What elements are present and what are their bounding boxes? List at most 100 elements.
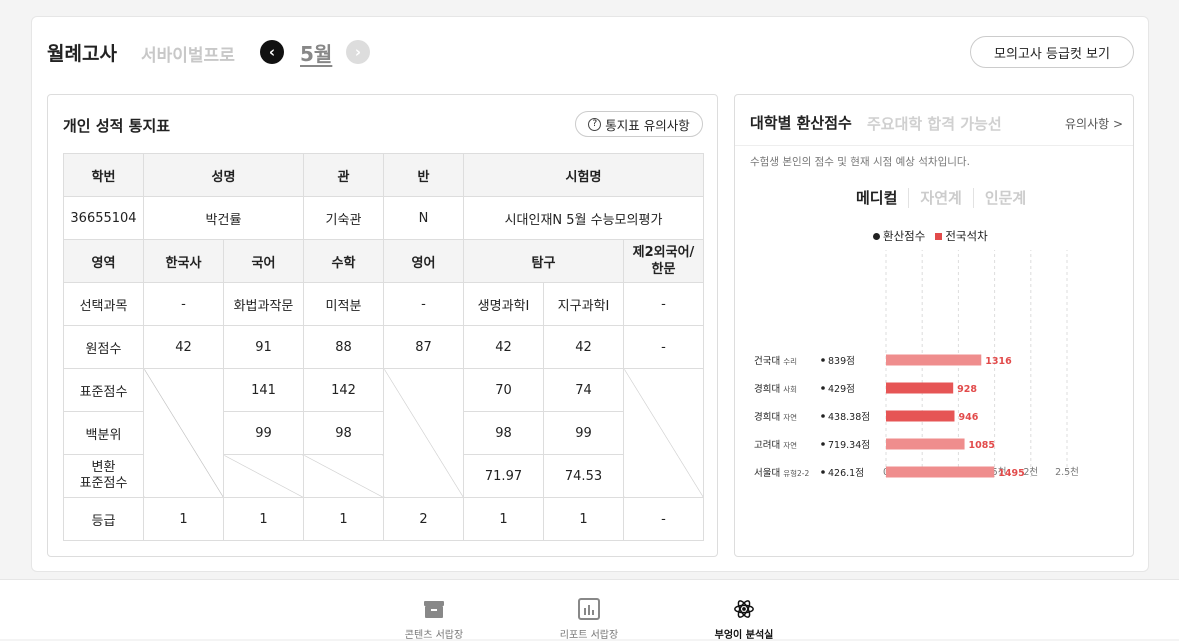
prev-month-button[interactable]: ‹ [260, 40, 284, 64]
table-header: 영어 [383, 239, 464, 283]
second-language-header: 제2외국어/한문 [632, 245, 695, 277]
table-cell: 생명과학I [463, 282, 544, 326]
x-tick-label: 2천 [1023, 467, 1038, 478]
rank-chart: 05001천1.5천2천2.5천건국대수리839점1316경희대사회429점92… [754, 250, 1079, 479]
university-label: 건국대 수리 [754, 356, 797, 367]
table-cell: 87 [383, 325, 464, 369]
rank-value: 1085 [969, 440, 995, 451]
track-label: 사회 [783, 385, 797, 394]
row-label-line: 표준점수 [79, 476, 128, 491]
track-label: 자연 [783, 441, 797, 450]
empty-cell [383, 368, 464, 498]
table-cell: 2 [383, 497, 464, 541]
caution-link[interactable]: 유의사항 > [1065, 115, 1123, 132]
chevron-left-icon: ‹ [268, 43, 276, 61]
track-label: 자연 [783, 413, 797, 422]
score-value: 438.38점 [828, 411, 870, 423]
table-header: 탐구 [463, 239, 624, 283]
track-label: 유형2-2 [783, 469, 809, 478]
divider [735, 145, 1133, 146]
table-header: 시험명 [463, 153, 704, 197]
report-note-button[interactable]: ? 통지표 유의사항 [575, 111, 703, 137]
table-cell: 141 [223, 368, 304, 412]
row-label: 등급 [63, 497, 144, 541]
score-report-panel: 개인 성적 통지표 ? 통지표 유의사항 학번 성명 관 반 시험명 36655… [47, 94, 718, 557]
table-cell: 88 [303, 325, 384, 369]
question-icon: ? [588, 117, 602, 131]
tab-humanities[interactable]: 인문계 [974, 187, 1037, 208]
nav-content-drawer[interactable]: 콘텐츠 서랍장 [389, 598, 479, 641]
score-dot [821, 358, 825, 362]
table-cell: 99 [223, 411, 304, 455]
nav-report-drawer[interactable]: 리포트 서랍장 [544, 598, 634, 641]
empty-cell [623, 368, 704, 498]
table-cell: 98 [463, 411, 544, 455]
row-label: 원점수 [63, 325, 144, 369]
row-label-line: 변환 [91, 460, 116, 475]
table-cell: 74.53 [543, 454, 624, 498]
table-cell: - [623, 497, 704, 541]
table-cell: 1 [303, 497, 384, 541]
nav-owl-analysis[interactable]: 부엉이 분석실 [699, 598, 789, 641]
rank-bar [886, 354, 982, 366]
rank-value: 946 [958, 412, 978, 423]
rank-value: 928 [957, 384, 977, 395]
score-value: 719.34점 [828, 439, 870, 451]
table-row: 36655104 박건률 기숙관 N 시대인재N 5월 수능모의평가 [63, 196, 704, 240]
row-label: 백분위 [63, 411, 144, 455]
table-row: 영역 한국사 국어 수학 영어 탐구 제2외국어/한문 [63, 239, 704, 283]
tab-medical[interactable]: 메디컬 [845, 187, 908, 208]
grade-cut-button[interactable]: 모의고사 등급컷 보기 [970, 36, 1134, 68]
table-header: 한국사 [143, 239, 224, 283]
score-value: 839점 [828, 355, 855, 367]
description-text: 수험생 본인의 점수 및 현재 시점 예상 석차입니다. [750, 156, 970, 168]
table-cell: 71.97 [463, 454, 544, 498]
table-cell: 지구과학I [543, 282, 624, 326]
table-cell: 1 [143, 497, 224, 541]
month-label[interactable]: 5월 [300, 38, 332, 67]
row-label: 선택과목 [63, 282, 144, 326]
table-cell: 70 [463, 368, 544, 412]
table-cell: 99 [543, 411, 624, 455]
table-cell: - [143, 282, 224, 326]
report-note-label: 통지표 유의사항 [605, 117, 690, 133]
next-month-button[interactable]: › [346, 40, 370, 64]
table-cell: 박건률 [143, 196, 304, 240]
legend-rank-label: 전국석차 [945, 229, 988, 243]
university-score-panel: 대학별 환산점수 주요대학 합격 가능선 유의사항 > 수험생 본인의 점수 및… [734, 94, 1134, 557]
table-cell: N [383, 196, 464, 240]
empty-cell [223, 454, 304, 498]
main-card: 월례고사 서바이벌프로 ‹ 5월 › 모의고사 등급컷 보기 개인 성적 통지표… [31, 16, 1149, 572]
exam-series-tab[interactable]: 서바이벌프로 [141, 41, 235, 66]
score-value: 429점 [828, 383, 855, 395]
page-title: 월례고사 [47, 43, 117, 65]
chart-legend: 환산점수 전국석차 [873, 228, 988, 244]
score-dot [821, 414, 825, 418]
score-dot [821, 386, 825, 390]
tab-science[interactable]: 자연계 [909, 187, 972, 208]
table-header: 수학 [303, 239, 384, 283]
legend-rank: 전국석차 [935, 228, 988, 244]
atom-icon [734, 600, 754, 618]
university-label: 서울대 유형2-2 [754, 468, 810, 479]
table-row: 선택과목 - 화법과작문 미적분 - 생명과학I 지구과학I - [63, 282, 704, 326]
table-header: 학번 [63, 153, 144, 197]
rank-bar [886, 382, 954, 394]
table-cell: 1 [223, 497, 304, 541]
dot-icon [873, 233, 880, 240]
table-row: 원점수 42 91 88 87 42 42 - [63, 325, 704, 369]
x-tick-label: 2.5천 [1055, 467, 1079, 478]
drawer-icon [424, 601, 444, 618]
table-row: 표준점수 141 142 70 74 [63, 368, 704, 498]
pass-line-tab[interactable]: 주요대학 합격 가능선 [867, 113, 1002, 134]
rank-bar [886, 410, 955, 422]
rank-value: 1495 [998, 468, 1024, 479]
table-header: 반 [383, 153, 464, 197]
rank-bar [886, 438, 965, 450]
table-cell: 기숙관 [303, 196, 384, 240]
chevron-right-icon: › [354, 43, 362, 61]
report-icon [578, 598, 600, 620]
university-title[interactable]: 대학별 환산점수 [750, 112, 852, 133]
table-header: 관 [303, 153, 384, 197]
score-dot [821, 442, 825, 446]
